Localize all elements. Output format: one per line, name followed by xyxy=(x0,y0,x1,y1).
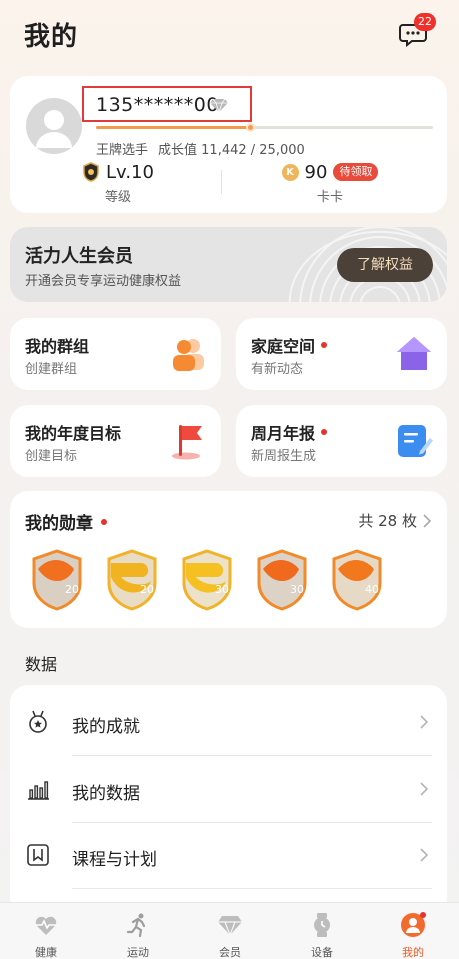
rank-line: 王牌选手 成长值 11,442 / 25,000 xyxy=(96,139,305,158)
svg-text:40: 40 xyxy=(365,583,379,596)
card-points-stat[interactable]: K 90 待领取 卡卡 xyxy=(230,160,430,205)
list-item-label: 我的数据 xyxy=(72,784,140,804)
new-dot xyxy=(321,429,328,435)
tile-subtitle: 有新动态 xyxy=(251,362,304,377)
medal-icon: 20 xyxy=(107,549,157,611)
chevron-right-icon xyxy=(420,715,429,729)
message-count-badge: 22 xyxy=(414,13,436,31)
card-points-label: 卡卡 xyxy=(316,190,343,205)
profile-card: 135******00 王牌选手 成长值 11,442 / 25,000 Lv.1… xyxy=(10,76,447,213)
divider xyxy=(72,888,432,889)
tile-annual-goal[interactable]: 我的年度目标 创建目标 xyxy=(10,405,221,477)
chevron-right-icon xyxy=(423,513,431,528)
tile-subtitle: 创建目标 xyxy=(25,449,78,464)
list-item-achievements[interactable]: 我的成就 xyxy=(10,689,447,755)
svg-text:30: 30 xyxy=(290,583,304,596)
tile-title: 家庭空间 xyxy=(251,337,316,356)
rank-title: 王牌选手 xyxy=(96,143,149,158)
medal-badge[interactable]: 30 xyxy=(255,549,309,611)
tile-title: 我的群组 xyxy=(25,337,90,356)
home-icon xyxy=(397,337,431,370)
list-item-my-data[interactable]: 我的数据 xyxy=(10,756,447,822)
medals-card[interactable]: 我的勋章 共 28 枚 20 20 30 30 40 xyxy=(10,491,447,628)
medal-badge[interactable]: 20 xyxy=(30,549,84,611)
heart-pulse-icon xyxy=(35,916,57,935)
medal-icon: 30 xyxy=(257,549,307,611)
tile-title: 周月年报 xyxy=(251,424,316,443)
user-icon xyxy=(401,912,426,937)
membership-card[interactable]: 活力人生会员 开通会员专享运动健康权益 了解权益 xyxy=(10,227,447,302)
svg-text:30: 30 xyxy=(215,583,229,596)
membership-title: 活力人生会员 xyxy=(25,246,133,267)
growth-progress-fill xyxy=(96,126,250,129)
stat-divider xyxy=(221,170,222,194)
new-dot xyxy=(101,518,107,525)
medal-badge[interactable]: 40 xyxy=(330,549,384,611)
svg-text:20: 20 xyxy=(140,583,154,596)
level-label: 等级 xyxy=(104,190,131,205)
diamond-icon xyxy=(218,916,242,937)
growth-value: 成长值 11,442 / 25,000 xyxy=(158,143,305,158)
tab-membership[interactable]: 会员 xyxy=(184,903,276,959)
username[interactable]: 135******00 xyxy=(96,94,219,116)
medal-badge[interactable]: 30 xyxy=(180,549,234,611)
svg-text:20: 20 xyxy=(65,583,79,596)
list-item-courses-plans[interactable]: 课程与计划 xyxy=(10,822,447,888)
default-avatar-icon xyxy=(36,110,72,148)
tile-subtitle: 新周报生成 xyxy=(251,449,317,464)
medal-icon xyxy=(29,710,47,733)
bottom-tab-bar: 健康 运动 会员 设备 我的 xyxy=(0,902,459,959)
page-title: 我的 xyxy=(24,22,79,52)
chevron-right-icon xyxy=(420,848,429,862)
card-points-value: 90 xyxy=(304,161,328,183)
tab-label: 设备 xyxy=(311,946,333,959)
new-dot xyxy=(321,342,328,348)
medals-count: 共 28 枚 xyxy=(358,512,417,530)
diamond-icon xyxy=(210,98,228,112)
header: 我的 22 xyxy=(0,0,459,70)
tile-title: 我的年度目标 xyxy=(25,424,122,443)
view-benefits-button[interactable]: 了解权益 xyxy=(337,248,433,282)
chevron-right-icon xyxy=(420,782,429,796)
level-value: Lv.10 xyxy=(106,161,154,183)
data-list-card: 我的成就 我的数据 课程与计划 xyxy=(10,685,447,915)
coin-icon: K xyxy=(281,163,299,181)
medal-badge[interactable]: 20 xyxy=(105,549,159,611)
flag-icon xyxy=(172,425,202,460)
tab-devices[interactable]: 设备 xyxy=(276,903,368,959)
section-heading: 数据 xyxy=(25,655,58,674)
report-edit-icon xyxy=(398,425,433,457)
medals-title: 我的勋章 xyxy=(25,514,93,534)
growth-progress-marker xyxy=(246,123,255,132)
tab-label: 运动 xyxy=(127,946,149,959)
group-icon xyxy=(173,339,204,371)
medal-icon: 20 xyxy=(32,549,82,611)
tile-my-groups[interactable]: 我的群组 创建群组 xyxy=(10,318,221,390)
tile-reports[interactable]: 周月年报 新周报生成 xyxy=(236,405,447,477)
avatar[interactable] xyxy=(26,98,82,154)
medal-icon: 40 xyxy=(332,549,382,611)
growth-progress-bar xyxy=(96,123,433,132)
claim-badge[interactable]: 待领取 xyxy=(333,163,379,181)
tab-sport[interactable]: 运动 xyxy=(92,903,184,959)
tab-me[interactable]: 我的 xyxy=(367,903,459,959)
medal-icon: 30 xyxy=(182,549,232,611)
tab-label: 会员 xyxy=(219,946,241,959)
level-shield-icon xyxy=(83,162,99,182)
level-stat[interactable]: Lv.10 等级 xyxy=(18,160,218,205)
watch-icon xyxy=(314,913,330,937)
list-item-label: 我的成就 xyxy=(72,717,140,737)
tab-health[interactable]: 健康 xyxy=(0,903,92,959)
runner-icon xyxy=(126,913,146,938)
tile-subtitle: 创建群组 xyxy=(25,362,78,377)
list-item-label: 课程与计划 xyxy=(72,850,157,870)
tile-family-space[interactable]: 家庭空间 有新动态 xyxy=(236,318,447,390)
tab-label: 健康 xyxy=(35,946,57,959)
membership-subtitle: 开通会员专享运动健康权益 xyxy=(25,274,182,289)
bar-chart-icon xyxy=(28,781,49,800)
tab-label: 我的 xyxy=(402,946,424,959)
bookmark-icon xyxy=(27,844,49,866)
